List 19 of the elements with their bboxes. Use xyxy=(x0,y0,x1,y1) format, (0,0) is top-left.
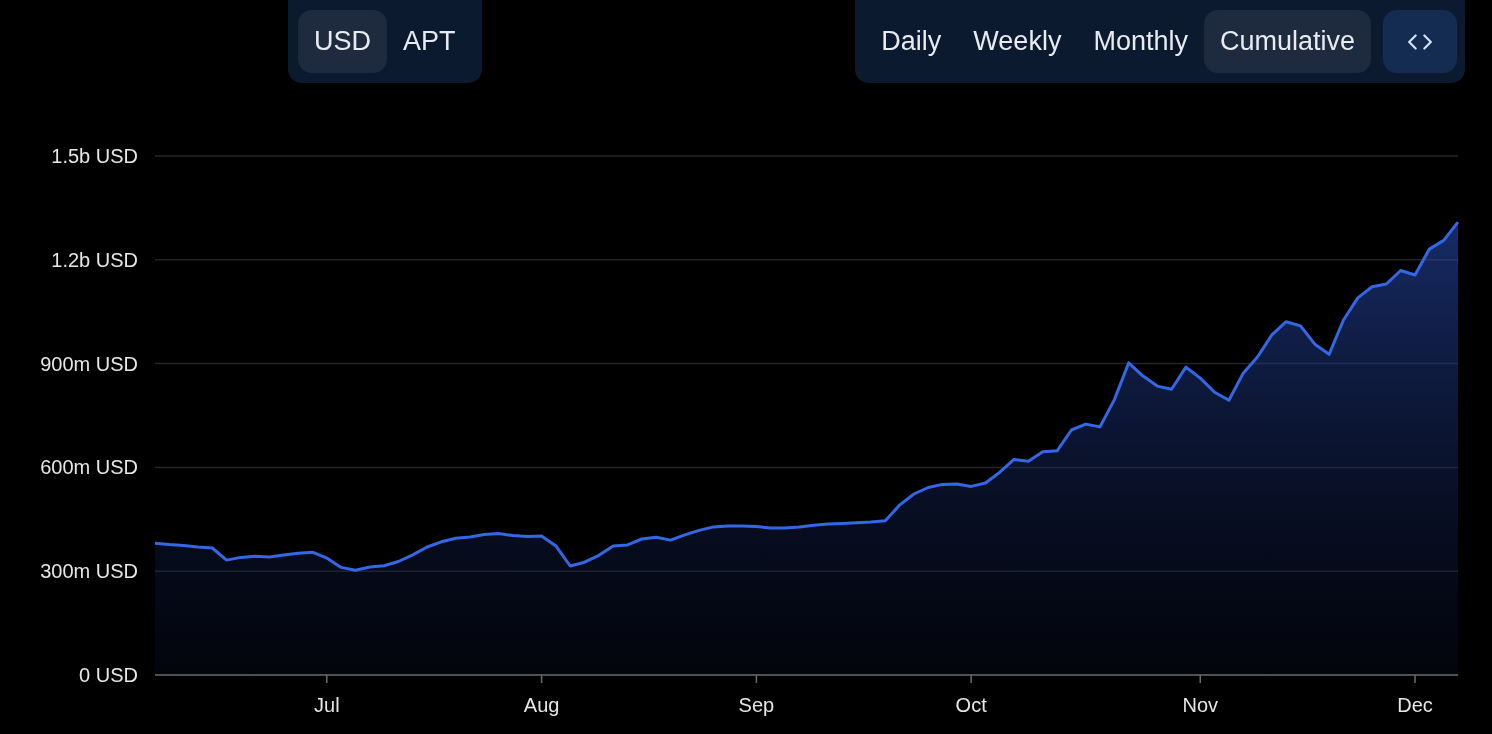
period-tab[interactable]: Monthly xyxy=(1077,10,1204,73)
y-axis-label: 1.2b USD xyxy=(51,248,138,271)
x-axis-label: Sep xyxy=(738,694,775,716)
embed-button[interactable] xyxy=(1383,10,1457,73)
x-axis-label: Oct xyxy=(955,694,987,716)
x-axis-label: Aug xyxy=(523,694,560,716)
y-axis-label: 1.5b USD xyxy=(51,145,138,167)
x-axis-label: Dec xyxy=(1397,694,1433,716)
x-axis-label: Nov xyxy=(1182,694,1219,716)
x-axis-label: Jul xyxy=(314,694,340,716)
y-axis-label: 600m USD xyxy=(40,456,138,479)
y-axis-label: 900m USD xyxy=(40,352,138,375)
y-axis-label: 0 USD xyxy=(79,664,138,686)
period-tab[interactable]: Weekly xyxy=(957,10,1078,73)
period-tab[interactable]: Daily xyxy=(865,10,958,73)
y-axis-label: 300m USD xyxy=(40,560,138,583)
period-tab[interactable]: Cumulative xyxy=(1203,10,1371,73)
currency-tab[interactable]: APT xyxy=(387,10,472,73)
currency-tab[interactable]: USD xyxy=(298,10,387,73)
